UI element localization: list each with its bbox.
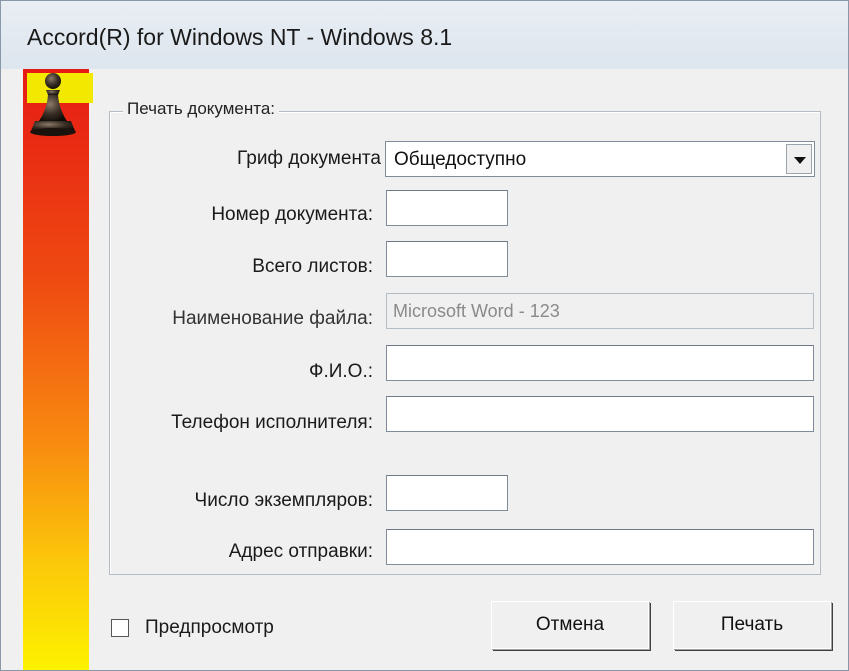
doc-number-field[interactable] [386,190,508,226]
file-name-label: Наименование файла: [172,308,373,329]
executor-phone-label: Телефон исполнителя: [171,412,373,433]
preview-label[interactable]: Предпросмотр [145,617,274,639]
preview-checkbox[interactable] [111,619,129,637]
classification-label: Гриф документа [237,148,381,169]
copies-field[interactable] [386,475,508,511]
full-name-label: Ф.И.О.: [309,361,373,382]
total-sheets-field[interactable] [386,241,508,277]
executor-phone-field[interactable] [386,396,814,432]
total-sheets-label: Всего листов: [252,256,373,277]
classification-value: Общедоступно [394,149,527,170]
sidebar-gradient-banner [23,69,93,670]
title-bar[interactable]: Accord(R) for Windows NT - Windows 8.1 [1,1,848,69]
print-button[interactable]: Печать [673,601,831,649]
chess-pawn-icon [27,71,93,139]
cancel-button[interactable]: Отмена [491,601,649,649]
file-name-field [386,293,814,329]
full-name-field[interactable] [386,345,814,381]
dialog-client-area: Печать документа: Гриф документа Общедос… [23,69,835,670]
dialog-window: Accord(R) for Windows NT - Windows 8.1 П… [0,0,849,671]
classification-select[interactable]: Общедоступно [385,141,815,177]
group-title: Печать документа: [123,99,280,119]
send-address-label: Адрес отправки: [228,541,373,562]
window-title: Accord(R) for Windows NT - Windows 8.1 [27,24,453,50]
doc-number-label: Номер документа: [211,204,373,225]
dropdown-button[interactable] [786,144,812,174]
copies-label: Число экземпляров: [194,490,373,511]
send-address-field[interactable] [386,529,814,565]
chevron-down-icon [794,157,806,164]
